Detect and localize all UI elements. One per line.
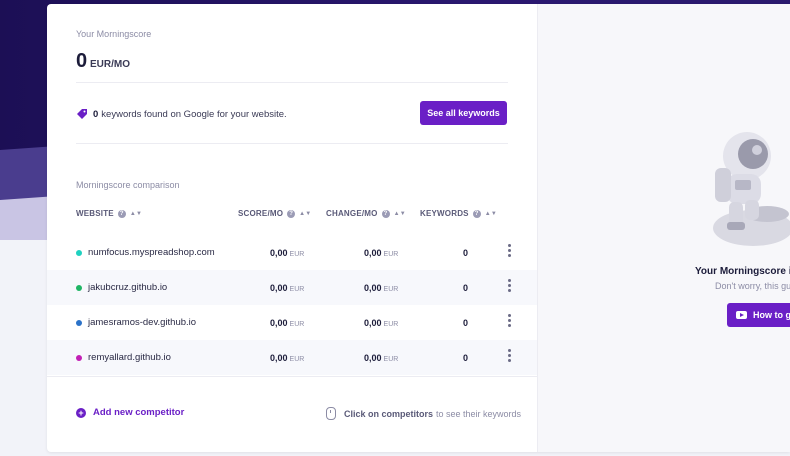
- column-header-score-label: SCORE/MO: [238, 209, 284, 218]
- site-name[interactable]: remyallard.github.io: [88, 352, 171, 363]
- change-value: 0,00 EUR: [364, 283, 398, 293]
- score-amount: 0,00: [270, 353, 288, 363]
- site-name[interactable]: numfocus.myspreadshop.com: [88, 247, 215, 258]
- change-amount: 0,00: [364, 283, 382, 293]
- help-icon[interactable]: ?: [117, 209, 126, 218]
- table-row[interactable]: numfocus.myspreadshop.com 0,00 EUR 0,00 EU…: [47, 235, 537, 270]
- score-amount: 0,00: [270, 318, 288, 328]
- sort-icon[interactable]: ▲▼: [394, 211, 406, 217]
- see-all-keywords-button[interactable]: See all keywords: [420, 101, 507, 125]
- help-icon[interactable]: ?: [381, 209, 390, 218]
- comparison-heading: Morningscore comparison: [76, 180, 180, 190]
- add-competitor-button[interactable]: + Add new competitor: [76, 407, 184, 418]
- morningscore-unit: EUR/MO: [90, 59, 130, 70]
- how-to-button-label: How to g: [753, 310, 790, 320]
- table-row[interactable]: jakubcruz.github.io 0,00 EUR 0,00 EUR 0: [47, 270, 537, 305]
- plus-circle-icon: +: [76, 407, 86, 418]
- keywords-count: 0: [93, 108, 99, 120]
- keywords-value: 0: [462, 248, 468, 258]
- right-panel-subtitle: Don't worry, this gui: [715, 281, 790, 291]
- keywords-value: 0: [462, 353, 468, 363]
- change-unit: EUR: [383, 286, 399, 293]
- site-name[interactable]: jakubcruz.github.io: [88, 282, 167, 293]
- score-value: 0,00 EUR: [270, 248, 304, 258]
- more-vertical-icon[interactable]: [508, 349, 512, 362]
- score-amount: 0,00: [270, 248, 288, 258]
- change-value: 0,00 EUR: [364, 353, 398, 363]
- morningscore-value: 0: [76, 50, 88, 72]
- help-icon[interactable]: ?: [287, 209, 296, 218]
- morningscore-heading: Your Morningscore: [76, 29, 152, 39]
- divider: [76, 82, 508, 83]
- site-color-dot: [76, 285, 82, 291]
- right-panel-title: Your Morningscore is: [695, 266, 790, 277]
- more-vertical-icon[interactable]: [508, 314, 512, 327]
- divider: [47, 376, 537, 377]
- more-vertical-icon[interactable]: [508, 244, 512, 257]
- competitor-hint: Click on competitors to see their keywor…: [326, 407, 521, 420]
- column-header-keywords[interactable]: KEYWORDS ? ▲▼: [420, 209, 497, 218]
- keywords-summary: 0 keywords found on Google for your webs…: [76, 106, 287, 122]
- score-value: 0,00 EUR: [270, 283, 304, 293]
- score-unit: EUR: [289, 286, 305, 293]
- change-value: 0,00 EUR: [364, 318, 398, 328]
- divider: [76, 143, 508, 144]
- keywords-text: keywords found on Google for your websit…: [101, 108, 287, 120]
- help-icon[interactable]: ?: [472, 209, 481, 218]
- more-vertical-icon[interactable]: [508, 279, 512, 292]
- score-amount: 0,00: [270, 283, 288, 293]
- column-header-website-label: WEBSITE: [76, 209, 114, 218]
- table-row[interactable]: remyallard.github.io 0,00 EUR 0,00 EUR 0: [47, 340, 537, 375]
- score-unit: EUR: [289, 356, 305, 363]
- change-unit: EUR: [383, 321, 399, 328]
- table-row[interactable]: jamesramos-dev.github.io 0,00 EUR 0,00 EUR…: [47, 305, 537, 340]
- keywords-value: 0: [462, 318, 468, 328]
- score-unit: EUR: [289, 251, 305, 258]
- tag-icon: [77, 109, 87, 119]
- score-value: 0,00 EUR: [270, 353, 304, 363]
- site-name[interactable]: jamesramos-dev.github.io: [88, 317, 196, 328]
- score-value: 0,00 EUR: [270, 318, 304, 328]
- hint-bold: Click on competitors: [344, 408, 434, 419]
- keywords-value: 0: [462, 283, 468, 293]
- change-unit: EUR: [383, 356, 399, 363]
- column-header-score[interactable]: SCORE/MO ? ▲▼: [238, 209, 311, 218]
- hint-rest: to see their keywords: [436, 408, 522, 419]
- youtube-icon: [736, 311, 747, 319]
- astronaut-illustration: [713, 132, 790, 246]
- change-value: 0,00 EUR: [364, 248, 398, 258]
- sort-icon[interactable]: ▲▼: [130, 211, 142, 217]
- change-amount: 0,00: [364, 248, 382, 258]
- how-to-button[interactable]: How to g: [727, 303, 790, 327]
- sort-icon[interactable]: ▲▼: [485, 211, 497, 217]
- change-unit: EUR: [383, 251, 399, 258]
- change-amount: 0,00: [364, 353, 382, 363]
- site-color-dot: [76, 250, 82, 256]
- mouse-icon: [326, 407, 336, 420]
- score-unit: EUR: [289, 321, 305, 328]
- change-amount: 0,00: [364, 318, 382, 328]
- column-header-keywords-label: KEYWORDS: [420, 209, 469, 218]
- column-header-change-label: CHANGE/MO: [326, 209, 378, 218]
- add-competitor-label: Add new competitor: [93, 407, 185, 418]
- column-header-website[interactable]: WEBSITE ? ▲▼: [76, 209, 142, 218]
- sort-icon[interactable]: ▲▼: [299, 211, 311, 217]
- column-header-change[interactable]: CHANGE/MO ? ▲▼: [326, 209, 406, 218]
- site-color-dot: [76, 320, 82, 326]
- site-color-dot: [76, 355, 82, 361]
